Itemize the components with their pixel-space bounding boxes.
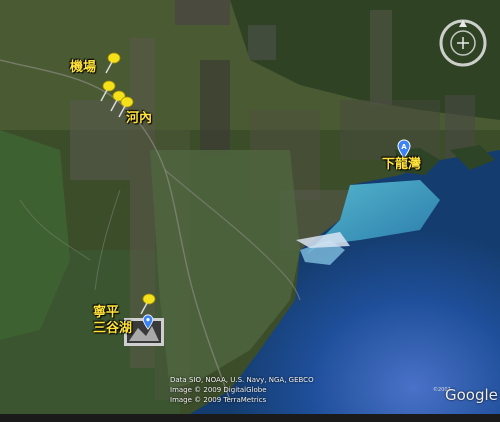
label-halong-bay: 下龍灣: [382, 157, 422, 172]
label-airport: 機場: [70, 60, 97, 75]
label-tam-coc: 三谷湖: [93, 321, 133, 336]
pushpin-icon[interactable]: [103, 52, 121, 74]
label-ninhbinh: 寧平: [93, 305, 120, 320]
map-attribution: Data SIO, NOAA, U.S. Navy, NGA, GEBCO Im…: [170, 375, 314, 405]
placemark-icon[interactable]: [142, 314, 154, 330]
pushpin-icon[interactable]: [138, 293, 156, 315]
placemark-letter: A: [401, 143, 407, 151]
compass-icon[interactable]: [438, 18, 488, 68]
status-bar: [0, 414, 500, 422]
placemark-icon[interactable]: A: [397, 139, 411, 159]
label-hanoi: 河內: [126, 111, 153, 126]
attribution-line-3: Image © 2009 TerraMetrics: [170, 396, 267, 404]
attribution-line-2: Image © 2009 DigitalGlobe: [170, 386, 267, 394]
satellite-map[interactable]: A 機場 河內 下龍灣 寧平 三谷湖 Data SIO, NOAA, U.S. …: [0, 0, 500, 422]
google-logo: Google: [445, 386, 498, 404]
attribution-line-1: Data SIO, NOAA, U.S. Navy, NGA, GEBCO: [170, 376, 314, 384]
